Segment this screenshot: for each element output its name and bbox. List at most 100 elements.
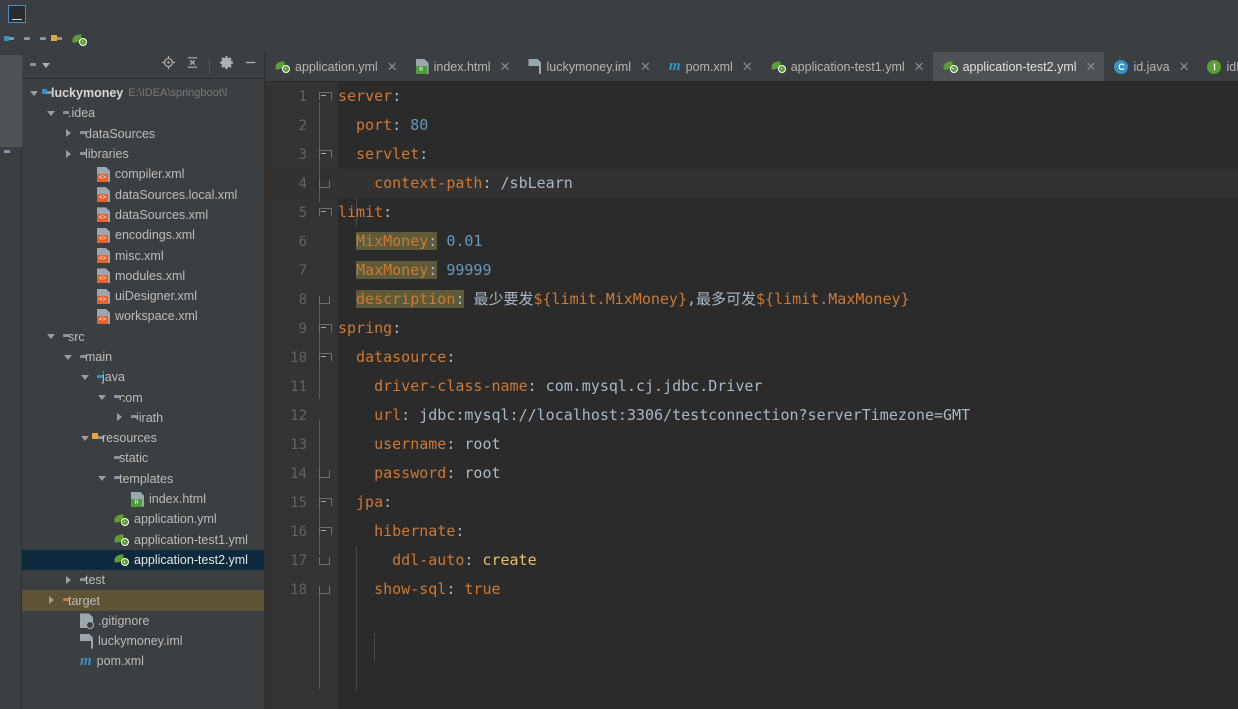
- menu-item-vcs[interactable]: [194, 10, 210, 18]
- fold-collapse-icon[interactable]: [319, 207, 332, 219]
- editor-tab[interactable]: application.yml ✕: [265, 52, 406, 81]
- fold-end-icon[interactable]: [319, 296, 330, 304]
- code-line[interactable]: 1 server:: [265, 82, 1238, 111]
- tree-item[interactable]: m pom.xml: [22, 651, 264, 671]
- tree-item[interactable]: luckymoney.iml: [22, 631, 264, 651]
- tree-item[interactable]: .gitignore: [22, 611, 264, 631]
- breadcrumb-item-file[interactable]: [70, 33, 93, 46]
- tree-item[interactable]: dataSources: [22, 124, 264, 144]
- tree-item[interactable]: Hindex.html: [22, 489, 264, 509]
- code-line[interactable]: 11 driver-class-name: com.mysql.cj.jdbc.D…: [265, 372, 1238, 401]
- tree-item[interactable]: application-test1.yml: [22, 530, 264, 550]
- fold-gutter-cell[interactable]: [313, 430, 338, 459]
- fold-gutter-cell[interactable]: [313, 256, 338, 285]
- fold-gutter-cell[interactable]: [313, 401, 338, 430]
- code-line[interactable]: 4 context-path: /sbLearn: [265, 169, 1238, 198]
- editor-tab[interactable]: application-test2.yml ✕: [932, 52, 1105, 81]
- code-line[interactable]: 18 show-sql: true: [265, 575, 1238, 604]
- tree-item[interactable]: <> dataSources.xml: [22, 205, 264, 225]
- fold-gutter-cell[interactable]: [313, 169, 338, 198]
- tree-item[interactable]: <> workspace.xml: [22, 306, 264, 326]
- tree-item[interactable]: application.yml: [22, 509, 264, 529]
- tree-item[interactable]: <> dataSources.local.xml: [22, 184, 264, 204]
- tree-item[interactable]: src: [22, 327, 264, 347]
- tree-item[interactable]: templates: [22, 469, 264, 489]
- chevron-open-icon[interactable]: [64, 352, 75, 363]
- fold-gutter-cell[interactable]: [313, 372, 338, 401]
- fold-gutter-cell[interactable]: [313, 575, 338, 604]
- code-editor[interactable]: 1 server: 2 port: 80 3 servlet: 4 context-path:…: [265, 82, 1238, 709]
- tree-item[interactable]: resources: [22, 428, 264, 448]
- fold-collapse-icon[interactable]: [319, 149, 332, 161]
- editor-tab[interactable]: application-test1.yml ✕: [761, 52, 933, 81]
- fold-gutter-cell[interactable]: [313, 111, 338, 140]
- fold-collapse-icon[interactable]: [319, 91, 332, 103]
- chevron-closed-icon[interactable]: [115, 412, 126, 423]
- collapse-all-icon[interactable]: [185, 55, 200, 75]
- code-line[interactable]: 16 hibernate:: [265, 517, 1238, 546]
- menu-item-code[interactable]: [98, 10, 114, 18]
- menu-item-view[interactable]: [66, 10, 82, 18]
- chevron-open-icon[interactable]: [81, 433, 92, 444]
- chevron-closed-icon[interactable]: [64, 128, 75, 139]
- code-line[interactable]: 2 port: 80: [265, 111, 1238, 140]
- editor-tab[interactable]: IidResp: [1197, 52, 1238, 81]
- fold-gutter-cell[interactable]: [313, 285, 338, 314]
- code-line[interactable]: 15 jpa:: [265, 488, 1238, 517]
- fold-gutter-cell[interactable]: [313, 517, 338, 546]
- editor-tab[interactable]: luckymoney.iml ✕: [518, 52, 658, 81]
- code-line[interactable]: 3 servlet:: [265, 140, 1238, 169]
- tree-item[interactable]: target: [22, 590, 264, 611]
- project-tree[interactable]: luckymoney E:\IDEA\springboot\l .idea dataS…: [22, 79, 264, 709]
- menu-item-window[interactable]: [210, 10, 226, 18]
- fold-gutter-cell[interactable]: [313, 82, 338, 111]
- editor-tab[interactable]: m pom.xml ✕: [659, 52, 761, 81]
- fold-collapse-icon[interactable]: [319, 352, 332, 364]
- gear-icon[interactable]: [219, 55, 234, 75]
- fold-gutter-cell[interactable]: [313, 343, 338, 372]
- menu-item-navigate[interactable]: [82, 10, 98, 18]
- close-icon[interactable]: ✕: [640, 60, 651, 73]
- code-line[interactable]: 14 password: root: [265, 459, 1238, 488]
- close-icon[interactable]: ✕: [742, 60, 753, 73]
- code-line[interactable]: 7 MaxMoney: 99999: [265, 256, 1238, 285]
- fold-gutter-cell[interactable]: [313, 198, 338, 227]
- tree-item[interactable]: <> encodings.xml: [22, 225, 264, 245]
- tree-item[interactable]: <> uiDesigner.xml: [22, 286, 264, 306]
- tree-item[interactable]: .idea: [22, 103, 264, 123]
- menu-item-run[interactable]: [162, 10, 178, 18]
- editor-tab[interactable]: Hindex.html ✕: [406, 52, 519, 81]
- close-icon[interactable]: ✕: [914, 60, 925, 73]
- tree-item[interactable]: static: [22, 448, 264, 468]
- menu-item-tools[interactable]: [178, 10, 194, 18]
- menu-item-refactor[interactable]: [130, 10, 146, 18]
- code-line[interactable]: 10 datasource:: [265, 343, 1238, 372]
- code-line[interactable]: 9 spring:: [265, 314, 1238, 343]
- fold-collapse-icon[interactable]: [319, 323, 332, 335]
- tree-item[interactable]: test: [22, 570, 264, 590]
- fold-end-icon[interactable]: [319, 180, 330, 188]
- code-line[interactable]: 6 MixMoney: 0.01: [265, 227, 1238, 256]
- tree-item[interactable]: application-test2.yml: [22, 549, 264, 571]
- minimize-icon[interactable]: [243, 55, 258, 75]
- tree-item[interactable]: <> modules.xml: [22, 266, 264, 286]
- chevron-closed-icon[interactable]: [64, 149, 75, 160]
- close-icon[interactable]: ✕: [387, 60, 398, 73]
- tree-item[interactable]: jirath: [22, 408, 264, 428]
- editor-tab[interactable]: Cid.java ✕: [1104, 52, 1197, 81]
- close-icon[interactable]: ✕: [1179, 60, 1190, 73]
- chevron-open-icon[interactable]: [30, 88, 41, 99]
- menu-item-help[interactable]: [226, 10, 242, 18]
- chevron-open-icon[interactable]: [47, 108, 58, 119]
- tree-item[interactable]: <> compiler.xml: [22, 164, 264, 184]
- code-line[interactable]: 5 limit:: [265, 198, 1238, 227]
- code-line[interactable]: 8 description: 最少要发${limit.MixMoney},最多可发…: [265, 285, 1238, 314]
- fold-collapse-icon[interactable]: [319, 497, 332, 509]
- chevron-closed-icon[interactable]: [64, 575, 75, 586]
- code-line[interactable]: 17 ddl-auto: create: [265, 546, 1238, 575]
- chevron-down-icon[interactable]: [42, 62, 50, 68]
- chevron-open-icon[interactable]: [47, 331, 58, 342]
- fold-gutter-cell[interactable]: [313, 140, 338, 169]
- chevron-open-icon[interactable]: [98, 473, 109, 484]
- chevron-open-icon[interactable]: [81, 372, 92, 383]
